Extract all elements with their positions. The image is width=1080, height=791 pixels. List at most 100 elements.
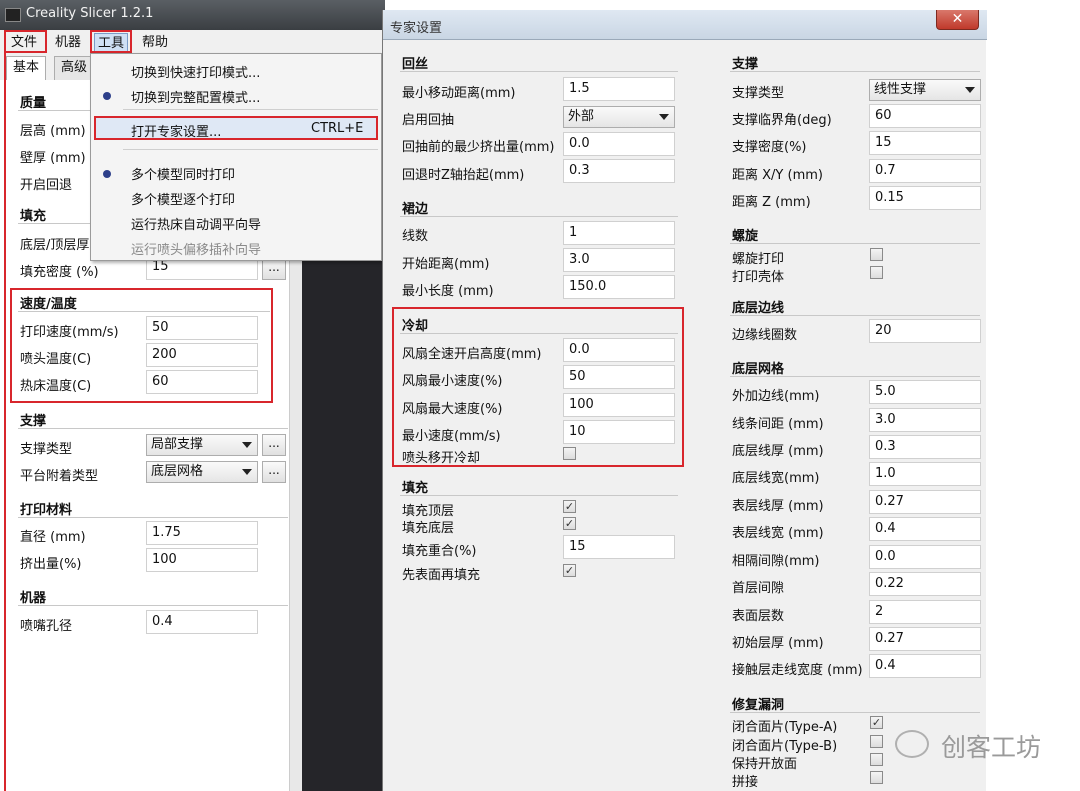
menu-item-quick-mode[interactable]: 切换到快速打印模式... (131, 62, 260, 81)
surface-layers-input[interactable]: 2 (869, 600, 981, 624)
first-layer-gap-label: 首层间隙 (732, 581, 785, 596)
section-skirt-title: 裙边 (402, 202, 429, 217)
window-title: Creality Slicer 1.2.1 (26, 6, 154, 21)
menu-item-one-at-a-time[interactable]: 多个模型逐个打印 (131, 189, 235, 208)
surface-first-checkbox[interactable]: ✓ (563, 564, 576, 577)
support-type-value: 局部支撑 (151, 437, 204, 452)
fill-bottom-checkbox[interactable]: ✓ (563, 517, 576, 530)
adhesion-type-value: 底层网格 (151, 464, 204, 479)
menu-item-full-mode[interactable]: 切换到完整配置模式... (131, 87, 260, 106)
z-hop-input[interactable]: 0.3 (563, 159, 675, 183)
divider (730, 315, 980, 316)
divider (18, 428, 288, 429)
menu-help[interactable]: 帮助 (139, 33, 171, 52)
chevron-down-icon (965, 87, 975, 93)
expert-settings-dialog: 专家设置 ✕ 回丝 最小移动距离(mm) 1.5 启用回抽 外部 回抽前的最少挤… (382, 10, 987, 791)
panel-scrollbar[interactable] (290, 250, 302, 791)
highlight-box-left-edge (0, 30, 6, 791)
raft-base-thickness-label: 底层线厚 (mm) (732, 444, 824, 459)
brim-loops-input[interactable]: 20 (869, 319, 981, 343)
close-button[interactable]: ✕ (936, 10, 979, 30)
raft-base-thickness-input[interactable]: 0.3 (869, 435, 981, 459)
keep-open-faces-label: 保持开放面 (732, 757, 798, 772)
divider (400, 495, 678, 496)
support-z-distance-input[interactable]: 0.15 (869, 186, 981, 210)
raft-base-width-input[interactable]: 1.0 (869, 462, 981, 486)
menu-item-bed-leveling-wizard[interactable]: 运行热床自动调平向导 (131, 214, 261, 233)
min-travel-input[interactable]: 1.5 (563, 77, 675, 101)
support-more-button[interactable]: ... (262, 434, 286, 456)
chevron-down-icon (659, 114, 669, 120)
min-speed-input[interactable]: 10 (563, 420, 675, 444)
initial-layer-thickness-input[interactable]: 0.27 (869, 627, 981, 651)
support-density-input[interactable]: 15 (869, 131, 981, 155)
nozzle-size-label: 喷嘴孔径 (20, 619, 73, 634)
watermark-text: 创客工坊 (941, 733, 1042, 762)
enable-retract-select[interactable]: 外部 (563, 106, 675, 128)
first-layer-gap-input[interactable]: 0.22 (869, 572, 981, 596)
tab-advanced[interactable]: 高级 (54, 56, 95, 80)
fan-min-speed-input[interactable]: 50 (563, 365, 675, 389)
menu-bar: 文件 机器 工具 帮助 (0, 30, 385, 54)
menu-separator (123, 109, 378, 110)
close-type-a-checkbox[interactable]: ✓ (870, 716, 883, 729)
keep-open-faces-checkbox[interactable] (870, 753, 883, 766)
min-extrusion-input[interactable]: 0.0 (563, 132, 675, 156)
contact-line-width-input[interactable]: 0.4 (869, 654, 981, 678)
raft-margin-input[interactable]: 5.0 (869, 380, 981, 404)
flow-input[interactable]: 100 (146, 548, 258, 572)
adhesion-type-select[interactable]: 底层网格 (146, 461, 258, 483)
skirt-distance-input[interactable]: 3.0 (563, 248, 675, 272)
adhesion-more-button[interactable]: ... (262, 461, 286, 483)
menu-machine[interactable]: 机器 (52, 33, 84, 52)
section-fix-holes-title: 修复漏洞 (732, 698, 785, 713)
section-spiral-title: 螺旋 (732, 229, 759, 244)
support-type-select[interactable]: 局部支撑 (146, 434, 258, 456)
skirt-lines-input[interactable]: 1 (563, 221, 675, 245)
skirt-min-length-input[interactable]: 150.0 (563, 275, 675, 299)
divider (400, 216, 678, 217)
raft-line-spacing-input[interactable]: 3.0 (869, 408, 981, 432)
section-cooling-title: 冷却 (402, 319, 429, 334)
spiral-print-checkbox[interactable] (870, 248, 883, 261)
fan-full-height-input[interactable]: 0.0 (563, 338, 675, 362)
print-shell-checkbox[interactable] (870, 266, 883, 279)
support-xy-distance-input[interactable]: 0.7 (869, 159, 981, 183)
section-raft-title: 底层网格 (732, 362, 785, 377)
support-angle-label: 支撑临界角(deg) (732, 113, 832, 128)
section-material-title: 打印材料 (20, 503, 73, 518)
support-type-value: 线性支撑 (874, 82, 927, 97)
title-bar: Creality Slicer 1.2.1 (0, 0, 385, 30)
close-type-b-checkbox[interactable] (870, 735, 883, 748)
section-fill-title: 填充 (20, 209, 47, 224)
raft-interface-width-input[interactable]: 0.4 (869, 517, 981, 541)
top-bottom-thickness-label: 底层/顶层厚 (20, 238, 90, 253)
raft-air-gap-input[interactable]: 0.0 (869, 545, 981, 569)
skirt-min-length-label: 最小长度 (mm) (402, 284, 494, 299)
fill-overlap-label: 填充重合(%) (402, 544, 477, 559)
head-lift-label: 喷头移开冷却 (402, 451, 481, 466)
fill-more-button[interactable]: ... (262, 258, 286, 280)
tab-basic[interactable]: 基本 (6, 56, 47, 81)
raft-interface-thickness-input[interactable]: 0.27 (869, 490, 981, 514)
diameter-input[interactable]: 1.75 (146, 521, 258, 545)
fill-density-label: 填充密度 (%) (20, 265, 99, 280)
dialog-title: 专家设置 (390, 21, 443, 36)
highlight-box-speed-temp (10, 288, 273, 403)
fill-overlap-input[interactable]: 15 (563, 535, 675, 559)
skirt-lines-label: 线数 (402, 229, 429, 244)
nozzle-size-input[interactable]: 0.4 (146, 610, 258, 634)
support-type-select[interactable]: 线性支撑 (869, 79, 981, 101)
divider (18, 517, 288, 518)
stitch-checkbox[interactable] (870, 771, 883, 784)
head-lift-checkbox[interactable] (563, 447, 576, 460)
menu-item-expert-settings[interactable]: 打开专家设置... CTRL+E (94, 116, 378, 140)
fan-max-speed-input[interactable]: 100 (563, 393, 675, 417)
3d-viewport[interactable] (290, 250, 385, 791)
min-extrusion-label: 回抽前的最少挤出量(mm) (402, 140, 555, 155)
support-angle-input[interactable]: 60 (869, 104, 981, 128)
chevron-down-icon (242, 442, 252, 448)
fill-top-checkbox[interactable]: ✓ (563, 500, 576, 513)
brim-loops-label: 边缘线圈数 (732, 328, 798, 343)
menu-item-all-at-once[interactable]: 多个模型同时打印 (131, 164, 235, 183)
